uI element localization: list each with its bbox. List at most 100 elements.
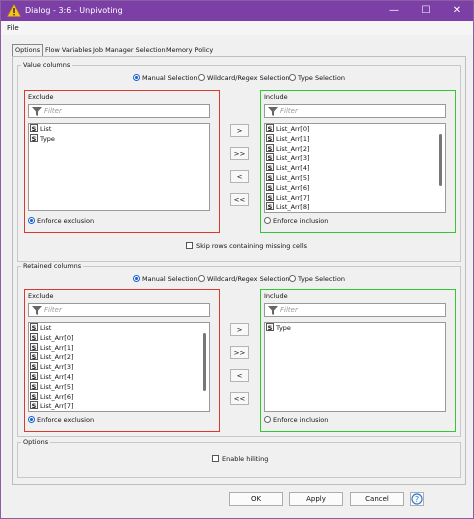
warning-icon <box>7 4 21 17</box>
retained-include-filter-input[interactable]: Filter <box>264 303 446 317</box>
radio-icon <box>289 74 296 81</box>
checkbox-label: Skip rows containing missing cells <box>196 242 308 250</box>
string-type-icon: S <box>30 342 38 352</box>
radio-label: Type Selection <box>298 275 345 283</box>
enforce-exclusion-radio[interactable]: Enforce exclusion <box>28 416 94 424</box>
tab-memory-policy[interactable]: Memory Policy <box>164 45 215 56</box>
close-button[interactable]: ✕ <box>442 3 472 19</box>
remove-button[interactable]: < <box>230 170 249 183</box>
item-label: List_Arr[8] <box>276 203 310 212</box>
list-item[interactable]: S List_Arr[1] <box>265 133 445 144</box>
radio-label: Manual Selection <box>142 74 198 82</box>
minimize-button[interactable]: — <box>379 3 409 19</box>
list-item[interactable]: S List_Arr[5] <box>29 381 209 392</box>
string-type-icon: S <box>266 202 274 212</box>
retained-mode-type-radio[interactable]: Type Selection <box>289 275 345 283</box>
exclude-list-scrollbar[interactable] <box>203 333 206 391</box>
string-type-icon: S <box>30 391 38 401</box>
enforce-inclusion-radio[interactable]: Enforce inclusion <box>264 416 328 424</box>
ok-button[interactable]: OK <box>229 492 283 506</box>
value-mode-type-radio[interactable]: Type Selection <box>289 74 345 82</box>
list-item[interactable]: S List_Arr[6] <box>29 391 209 402</box>
menu-bar: File <box>1 21 473 35</box>
checkbox-icon <box>186 242 193 249</box>
list-item[interactable]: S List <box>29 124 209 134</box>
list-item[interactable]: S List_Arr[6] <box>265 182 445 193</box>
item-label: List_Arr[4] <box>40 372 74 381</box>
list-item[interactable]: S List <box>29 323 209 333</box>
help-button[interactable]: ? <box>410 492 424 506</box>
retained-mode-wildcard-radio[interactable]: Wildcard/Regex Selection <box>198 275 290 283</box>
radio-label: Enforce exclusion <box>37 217 95 225</box>
value-exclude-list[interactable]: S List S Type <box>28 123 210 211</box>
value-exclude-box: Exclude Filter S List S Type Enforce exclu… <box>24 90 220 233</box>
value-exclude-filter-input[interactable]: Filter <box>28 104 210 118</box>
list-item[interactable]: S List_Arr[0] <box>29 332 209 343</box>
filter-placeholder: Filter <box>44 107 62 115</box>
item-label: List <box>40 125 52 133</box>
checkbox-label: Enable hiliting <box>222 455 269 463</box>
enforce-exclusion-radio[interactable]: Enforce exclusion <box>28 217 94 225</box>
retained-columns-group: Retained columns Manual Selection Wildca… <box>17 262 461 437</box>
list-item[interactable]: S List_Arr[8] <box>265 202 445 212</box>
tab-job-manager-selection[interactable]: Job Manager Selection <box>91 45 168 56</box>
retained-exclude-filter-input[interactable]: Filter <box>28 303 210 317</box>
item-label: List_Arr[0] <box>276 125 310 133</box>
list-item[interactable]: S List_Arr[5] <box>265 172 445 183</box>
list-item[interactable]: S List_Arr[7] <box>265 192 445 203</box>
retained-include-list[interactable]: S Type <box>264 322 446 412</box>
string-type-icon: S <box>266 124 274 133</box>
retained-exclude-list[interactable]: S List S List_Arr[0] S List_Arr[1] S List_Ar… <box>28 322 210 412</box>
retained-exclude-box: Exclude Filter S List S List_Arr[0] S List_… <box>24 289 220 432</box>
skip-missing-checkbox[interactable]: Skip rows containing missing cells <box>186 242 307 250</box>
tab-flow-variables[interactable]: Flow Variables <box>43 45 94 56</box>
add-all-button[interactable]: >> <box>230 346 249 359</box>
list-item[interactable]: S Type <box>29 133 209 144</box>
radio-label: Enforce inclusion <box>273 416 329 424</box>
remove-button[interactable]: < <box>230 369 249 382</box>
menu-file[interactable]: File <box>7 24 19 32</box>
add-button[interactable]: > <box>230 323 249 336</box>
value-mode-wildcard-radio[interactable]: Wildcard/Regex Selection <box>198 74 290 82</box>
enforce-inclusion-radio[interactable]: Enforce inclusion <box>264 217 328 225</box>
item-label: List_Arr[3] <box>40 363 74 372</box>
add-all-button[interactable]: >> <box>230 147 249 160</box>
item-label: List_Arr[5] <box>40 382 74 391</box>
list-item[interactable]: S List_Arr[7] <box>29 401 209 411</box>
list-item[interactable]: S List_Arr[3] <box>265 153 445 163</box>
list-item[interactable]: S List_Arr[4] <box>265 163 445 173</box>
list-item[interactable]: S List_Arr[3] <box>29 362 209 372</box>
list-item[interactable]: S Type <box>265 323 445 333</box>
remove-all-button[interactable]: << <box>230 193 249 206</box>
include-list-scrollbar[interactable] <box>439 134 442 186</box>
list-item[interactable]: S List_Arr[1] <box>29 342 209 353</box>
string-type-icon: S <box>266 133 274 143</box>
radio-label: Manual Selection <box>142 275 198 283</box>
string-type-icon: S <box>30 352 38 362</box>
string-type-icon: S <box>266 143 274 153</box>
string-type-icon: S <box>30 362 38 372</box>
remove-all-button[interactable]: << <box>230 392 249 405</box>
radio-selected-icon <box>28 217 35 224</box>
value-include-list[interactable]: S List_Arr[0] S List_Arr[1] S List_Arr[2] S… <box>264 123 446 213</box>
string-type-icon: S <box>30 332 38 342</box>
apply-button[interactable]: Apply <box>289 492 343 506</box>
item-label: List_Arr[6] <box>40 392 74 401</box>
list-item[interactable]: S List_Arr[2] <box>29 352 209 362</box>
value-mode-manual-radio[interactable]: Manual Selection <box>133 74 198 82</box>
radio-label: Enforce exclusion <box>37 416 95 424</box>
retained-include-box: Include Filter S Type Enforce inclusion <box>260 289 456 432</box>
radio-label: Wildcard/Regex Selection <box>207 275 290 283</box>
filter-icon <box>268 107 278 116</box>
list-item[interactable]: S List_Arr[2] <box>265 143 445 154</box>
value-include-filter-input[interactable]: Filter <box>264 104 446 118</box>
add-button[interactable]: > <box>230 124 249 137</box>
retained-mode-manual-radio[interactable]: Manual Selection <box>133 275 198 283</box>
maximize-button[interactable]: ☐ <box>411 3 441 19</box>
list-item[interactable]: S List_Arr[4] <box>29 371 209 382</box>
cancel-button[interactable]: Cancel <box>350 492 404 506</box>
list-item[interactable]: S List_Arr[0] <box>265 124 445 134</box>
title-bar[interactable]: Dialog - 3:6 - Unpivoting — ☐ ✕ <box>1 1 473 21</box>
window-title: Dialog - 3:6 - Unpivoting <box>25 6 123 15</box>
enable-hiliting-checkbox[interactable]: Enable hiliting <box>212 455 268 463</box>
